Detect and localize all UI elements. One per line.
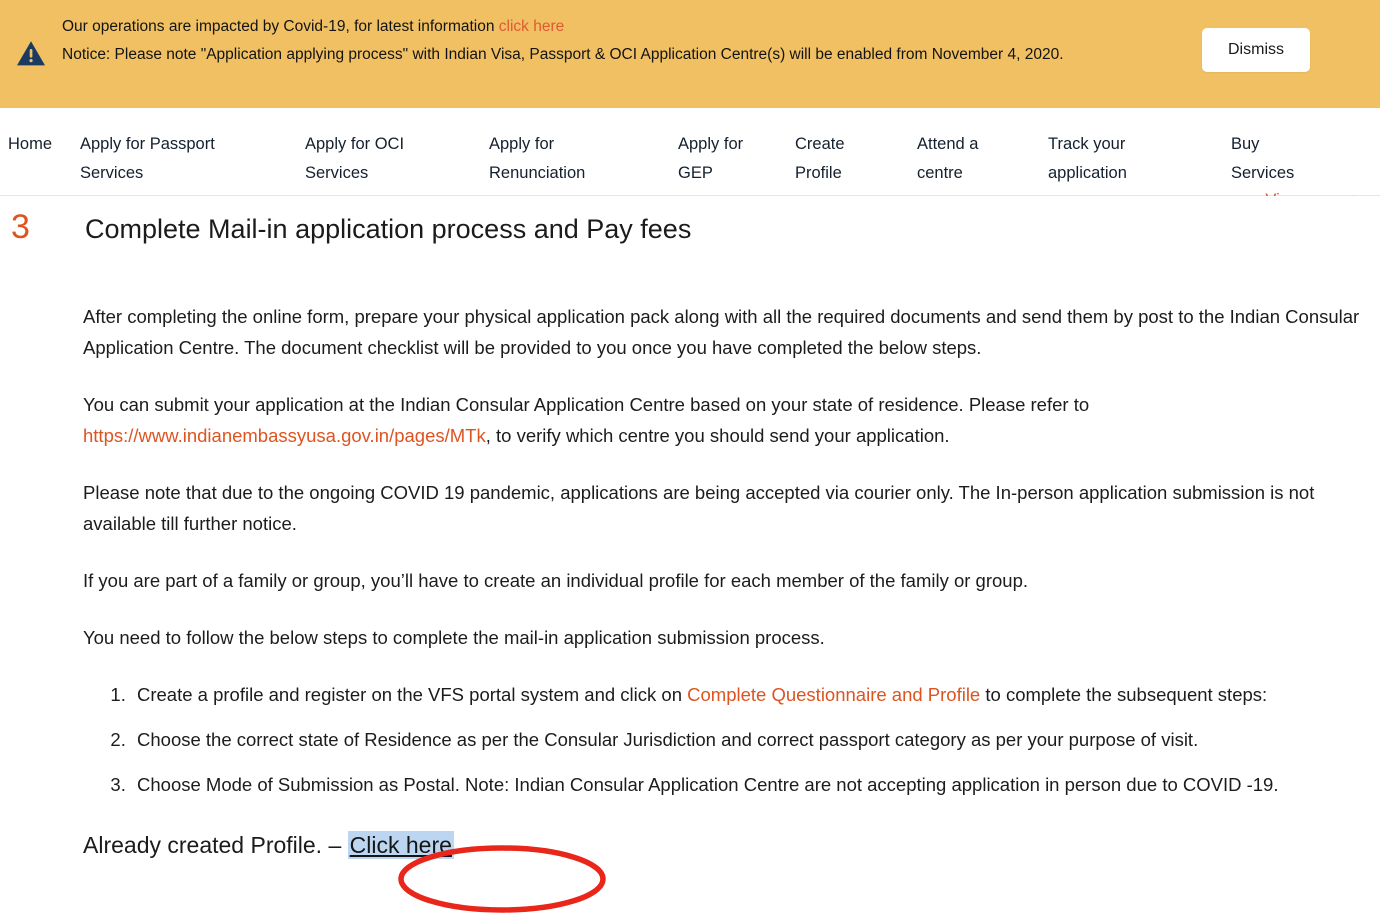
step-1-after: to complete the subsequent steps: <box>980 684 1268 706</box>
nav-item-apply-for-passport-services[interactable]: Apply for Passport Services <box>80 130 215 188</box>
main-content: 3 Complete Mail-in application process a… <box>0 196 1380 863</box>
nav-item-apply-for-gep[interactable]: Apply for GEP <box>678 130 743 188</box>
paragraph-covid-courier: Please note that due to the ongoing COVI… <box>83 482 1315 535</box>
warning-triangle-icon <box>0 10 62 67</box>
embassy-url-link[interactable]: https://www.indianembassyusa.gov.in/page… <box>83 425 486 446</box>
paragraph-jurisdiction: You can submit your application at the I… <box>83 389 1362 451</box>
covid-notice-banner: Our operations are impacted by Covid-19,… <box>0 0 1380 108</box>
list-item: Choose the correct state of Residence as… <box>131 724 1362 755</box>
paragraph-jurisdiction-after: , to verify which centre you should send… <box>485 425 950 447</box>
nav-item-apply-for-renunciation[interactable]: Apply for Renunciation <box>489 130 585 188</box>
page-heading: 3 Complete Mail-in application process a… <box>0 196 1380 245</box>
paragraph-steps-intro: You need to follow the below steps to co… <box>83 627 825 649</box>
paragraph-family-group: If you are part of a family or group, yo… <box>83 570 1029 592</box>
step-number: 3 <box>11 208 30 246</box>
banner-line-1-text: Our operations are impacted by Covid-19,… <box>62 18 499 35</box>
list-item: Choose Mode of Submission as Postal. Not… <box>131 769 1362 800</box>
click-here-link[interactable]: Click here <box>347 831 454 860</box>
body-text-wrapper: After completing the online form, prepar… <box>0 245 1380 862</box>
dismiss-button[interactable]: Dismiss <box>1202 28 1310 72</box>
step-1-before: Create a profile and register on the VFS… <box>137 684 688 706</box>
nav-item-attend-a-centre[interactable]: Attend a centre <box>917 130 978 188</box>
nav-item-create-profile[interactable]: Create Profile <box>795 130 845 188</box>
steps-list: Create a profile and register on the VFS… <box>83 679 1362 800</box>
nav-item-buy-services[interactable]: Buy Services <box>1231 130 1294 188</box>
page-title: Complete Mail-in application process and… <box>85 214 692 244</box>
already-created-profile-text: Already created Profile. – <box>83 832 348 859</box>
list-item: Create a profile and register on the VFS… <box>131 679 1362 710</box>
complete-questionnaire-and-profile-link[interactable]: Complete Questionnaire and Profile <box>687 684 980 705</box>
banner-line-2: Notice: Please note "Application applyin… <box>62 46 1064 63</box>
banner-message: Our operations are impacted by Covid-19,… <box>62 10 1192 69</box>
nav-item-apply-for-oci-services[interactable]: Apply for OCI Services <box>305 130 404 188</box>
banner-actions: Dismiss <box>1192 10 1342 72</box>
already-created-profile-line: Already created Profile. – Click here <box>83 828 1362 862</box>
main-navigation: Home Apply for Passport Services Apply f… <box>0 108 1380 196</box>
paragraph-intro: After completing the online form, prepar… <box>83 306 1360 359</box>
nav-item-track-your-application[interactable]: Track your application <box>1048 130 1127 188</box>
nav-item-home[interactable]: Home <box>8 130 52 159</box>
banner-line-1: Our operations are impacted by Covid-19,… <box>62 13 1192 41</box>
paragraph-jurisdiction-before: You can submit your application at the I… <box>83 394 1090 416</box>
banner-click-here-link[interactable]: click here <box>499 18 564 35</box>
